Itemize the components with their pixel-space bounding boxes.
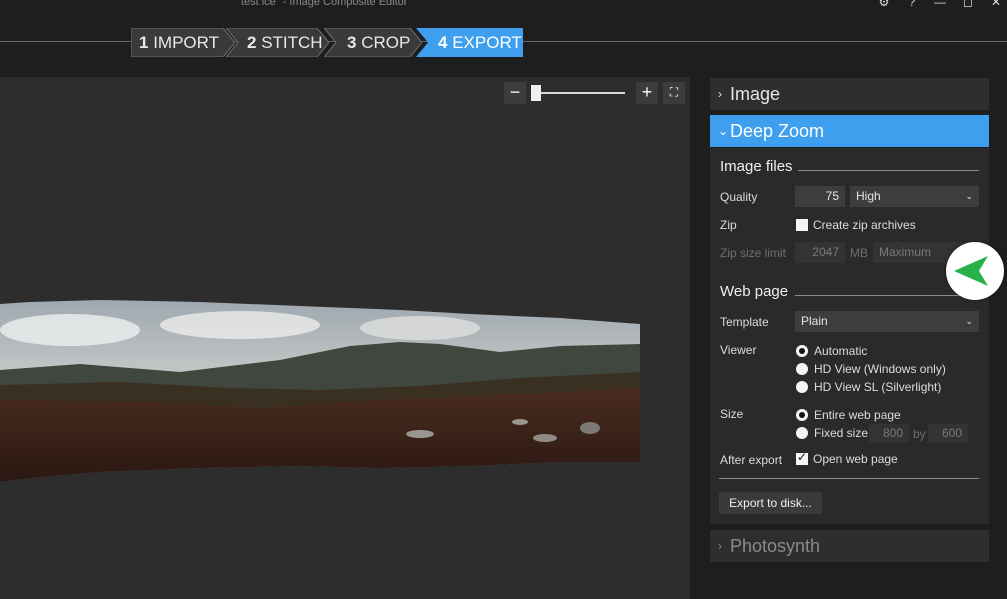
photosynth-panel-header[interactable]: › Photosynth [710,530,989,562]
step-label: IMPORT [153,33,220,52]
size-label: Size [720,407,744,421]
deep-zoom-panel-header[interactable]: ⌄ Deep Zoom [710,115,989,147]
panel-title: Image [730,84,781,104]
chevron-down-icon: ⌄ [965,191,973,201]
step-label: EXPORT [452,33,522,52]
step-label: STITCH [261,33,323,52]
chevron-right-icon: › [718,539,722,553]
step-import[interactable]: 1 IMPORT [131,28,235,57]
fixed-height-input[interactable]: 600 [928,424,968,442]
section-divider [798,170,979,171]
zip-checkbox-label: Create zip archives [813,218,916,232]
settings-icon[interactable]: ⚙ [877,0,891,8]
viewer-label: Viewer [720,343,757,357]
image-files-title: Image files [720,158,793,175]
step-number: 4 [438,33,448,52]
close-icon[interactable]: ✕ [989,0,1003,8]
viewer-option-label: HD View SL (Silverlight) [814,380,942,394]
size-option-label: Fixed size: [814,426,872,440]
chevron-down-icon: ⌄ [965,316,973,326]
chevron-right-icon: › [718,87,722,101]
after-export-label: After export [720,453,783,467]
web-page-title: Web page [720,283,789,300]
viewer-hd-view-radio[interactable] [796,363,808,375]
open-web-page-label: Open web page [813,452,898,466]
chevron-down-icon: ⌄ [718,124,729,138]
step-number: 2 [247,33,257,52]
zoom-slider-thumb[interactable] [531,85,541,101]
step-number: 1 [139,33,149,52]
quality-preset-value: High [856,189,881,203]
image-panel-header[interactable]: › Image [710,78,989,110]
zip-size-preset-value: Maximum [879,245,932,259]
zip-label: Zip [720,218,737,232]
viewer-option-label: Automatic [814,344,868,358]
panorama-preview [0,300,640,482]
quality-input[interactable]: 75 [795,186,845,207]
window-title: "test ice" - Image Composite Editor [237,0,408,8]
size-fixed-radio[interactable] [796,427,808,439]
zip-size-label: Zip size limit [720,246,787,260]
size-entire-page-radio[interactable] [796,409,808,421]
zip-size-unit: MB [850,246,868,260]
panel-title: Photosynth [730,536,821,556]
zoom-in-button[interactable]: + [636,82,658,104]
viewer-option-label: HD View (Windows only) [814,362,946,376]
by-label: by [913,427,926,441]
zip-checkbox[interactable] [796,219,808,231]
arrow-left-icon [954,256,988,286]
title-bar: "test ice" - Image Composite Editor ⚙ ? … [0,0,1007,12]
zip-size-input[interactable]: 2047 [795,242,845,263]
viewer-automatic-radio[interactable] [796,345,808,357]
template-select[interactable]: Plain ⌄ [795,311,979,332]
zoom-to-fit-icon[interactable]: ⛶ [663,82,685,104]
viewer-hd-view-sl-radio[interactable] [796,381,808,393]
step-number: 3 [347,33,357,52]
step-export[interactable]: 4 EXPORT [416,28,523,57]
size-option-label: Entire web page [814,408,901,422]
panel-title: Deep Zoom [730,121,825,141]
minimize-icon[interactable]: — [933,0,947,8]
help-icon[interactable]: ? [905,0,919,8]
step-crop[interactable]: 3 CROP [324,28,422,57]
section-divider [719,478,979,479]
maximize-icon[interactable]: ◻ [961,0,975,8]
step-stitch[interactable]: 2 STITCH [226,28,329,57]
template-label: Template [720,315,769,329]
zoom-slider-track[interactable] [531,92,625,94]
quality-label: Quality [720,190,758,204]
zoom-out-button[interactable]: − [504,82,526,104]
floating-back-button[interactable] [946,242,1004,300]
template-value: Plain [801,314,828,328]
fixed-width-input[interactable]: 800 [869,424,909,442]
open-web-page-checkbox[interactable] [796,450,808,465]
quality-preset-select[interactable]: High ⌄ [850,186,979,207]
step-label: CROP [361,33,411,52]
export-to-disk-button[interactable]: Export to disk... [719,492,822,514]
